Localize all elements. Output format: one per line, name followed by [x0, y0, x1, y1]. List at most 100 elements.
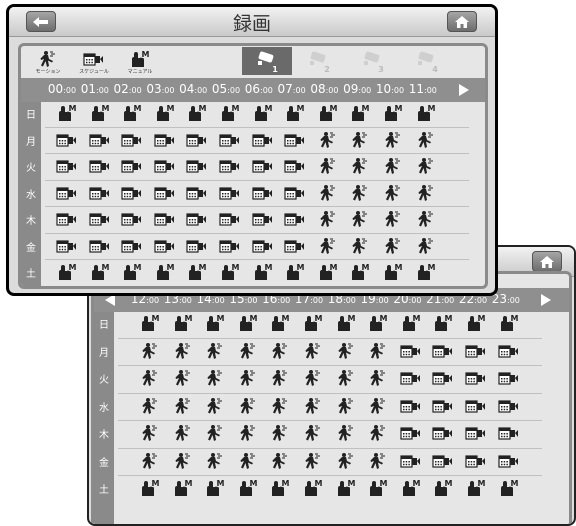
motion-icon[interactable]	[139, 424, 159, 442]
motion-icon[interactable]	[269, 424, 289, 442]
schedule-icon[interactable]	[89, 210, 109, 228]
schedule-icon[interactable]	[154, 131, 174, 149]
schedule-icon[interactable]	[465, 342, 485, 360]
motion-icon[interactable]	[237, 397, 257, 415]
motion-icon[interactable]	[172, 342, 192, 360]
manual-icon[interactable]	[121, 104, 141, 122]
motion-icon[interactable]	[302, 452, 322, 470]
manual-icon[interactable]	[139, 479, 159, 497]
schedule-icon[interactable]	[186, 184, 206, 202]
manual-icon[interactable]	[284, 104, 304, 122]
manual-icon[interactable]	[186, 263, 206, 281]
schedule-icon[interactable]	[121, 237, 141, 255]
motion-icon[interactable]	[204, 452, 224, 470]
manual-icon[interactable]	[400, 314, 420, 332]
motion-icon[interactable]	[415, 184, 435, 202]
manual-icon[interactable]	[335, 314, 355, 332]
manual-icon[interactable]	[382, 263, 402, 281]
motion-icon[interactable]	[349, 157, 369, 175]
motion-icon[interactable]	[415, 157, 435, 175]
manual-icon[interactable]	[186, 104, 206, 122]
schedule-icon[interactable]	[498, 342, 518, 360]
motion-icon[interactable]	[172, 424, 192, 442]
schedule-icon[interactable]	[219, 184, 239, 202]
schedule-icon[interactable]	[400, 369, 420, 387]
motion-icon[interactable]	[139, 342, 159, 360]
schedule-icon[interactable]	[284, 157, 304, 175]
schedule-icon[interactable]	[465, 397, 485, 415]
motion-icon[interactable]	[415, 131, 435, 149]
manual-icon[interactable]	[367, 314, 387, 332]
manual-icon[interactable]	[432, 314, 452, 332]
manual-icon[interactable]	[415, 104, 435, 122]
motion-icon[interactable]	[269, 452, 289, 470]
manual-icon[interactable]	[56, 263, 76, 281]
motion-icon[interactable]	[335, 424, 355, 442]
motion-icon[interactable]	[367, 452, 387, 470]
schedule-icon[interactable]	[89, 184, 109, 202]
manual-icon[interactable]	[56, 104, 76, 122]
manual-icon[interactable]	[121, 263, 141, 281]
motion-icon[interactable]	[349, 210, 369, 228]
schedule-icon[interactable]	[284, 184, 304, 202]
motion-icon[interactable]	[367, 342, 387, 360]
manual-icon[interactable]	[204, 314, 224, 332]
manual-icon[interactable]	[382, 104, 402, 122]
schedule-icon[interactable]	[56, 131, 76, 149]
home-button[interactable]	[447, 11, 477, 32]
camera-tab-4[interactable]: 4	[402, 47, 452, 75]
schedule-icon[interactable]	[219, 210, 239, 228]
schedule-icon[interactable]	[89, 157, 109, 175]
schedule-icon[interactable]	[400, 342, 420, 360]
motion-icon[interactable]	[317, 210, 337, 228]
motion-icon[interactable]	[317, 237, 337, 255]
next-hours-button[interactable]	[541, 294, 551, 306]
schedule-icon[interactable]	[284, 210, 304, 228]
schedule-icon[interactable]	[56, 157, 76, 175]
motion-icon[interactable]	[382, 237, 402, 255]
manual-icon[interactable]	[349, 104, 369, 122]
schedule-icon[interactable]	[432, 424, 452, 442]
motion-icon[interactable]	[302, 397, 322, 415]
manual-icon[interactable]	[269, 314, 289, 332]
camera-tab-1[interactable]: 1	[242, 47, 292, 75]
manual-icon[interactable]	[252, 263, 272, 281]
manual-icon[interactable]	[172, 314, 192, 332]
schedule-icon[interactable]	[498, 397, 518, 415]
manual-icon[interactable]	[465, 479, 485, 497]
manual-icon[interactable]	[302, 479, 322, 497]
schedule-icon[interactable]	[154, 237, 174, 255]
motion-icon[interactable]	[302, 369, 322, 387]
manual-icon[interactable]	[367, 479, 387, 497]
manual-icon[interactable]	[432, 479, 452, 497]
motion-icon[interactable]	[204, 424, 224, 442]
schedule-icon[interactable]	[186, 237, 206, 255]
schedule-icon[interactable]	[432, 397, 452, 415]
motion-icon[interactable]	[172, 452, 192, 470]
motion-icon[interactable]	[269, 369, 289, 387]
schedule-icon[interactable]	[121, 131, 141, 149]
manual-icon[interactable]	[317, 104, 337, 122]
schedule-icon[interactable]	[89, 237, 109, 255]
schedule-icon[interactable]	[121, 157, 141, 175]
schedule-icon[interactable]	[284, 131, 304, 149]
manual-icon[interactable]	[269, 479, 289, 497]
schedule-icon[interactable]	[252, 131, 272, 149]
schedule-icon[interactable]	[498, 424, 518, 442]
schedule-icon[interactable]	[465, 369, 485, 387]
motion-icon[interactable]	[269, 342, 289, 360]
motion-icon[interactable]	[204, 369, 224, 387]
schedule-icon[interactable]	[121, 184, 141, 202]
schedule-icon[interactable]	[465, 424, 485, 442]
motion-icon[interactable]	[317, 184, 337, 202]
motion-icon[interactable]	[415, 237, 435, 255]
motion-icon[interactable]	[139, 369, 159, 387]
motion-icon[interactable]	[317, 131, 337, 149]
schedule-icon[interactable]	[252, 157, 272, 175]
manual-icon[interactable]	[237, 314, 257, 332]
manual-icon[interactable]	[284, 263, 304, 281]
schedule-icon[interactable]	[252, 184, 272, 202]
schedule-icon[interactable]	[56, 210, 76, 228]
motion-icon[interactable]	[172, 369, 192, 387]
manual-icon[interactable]	[415, 263, 435, 281]
